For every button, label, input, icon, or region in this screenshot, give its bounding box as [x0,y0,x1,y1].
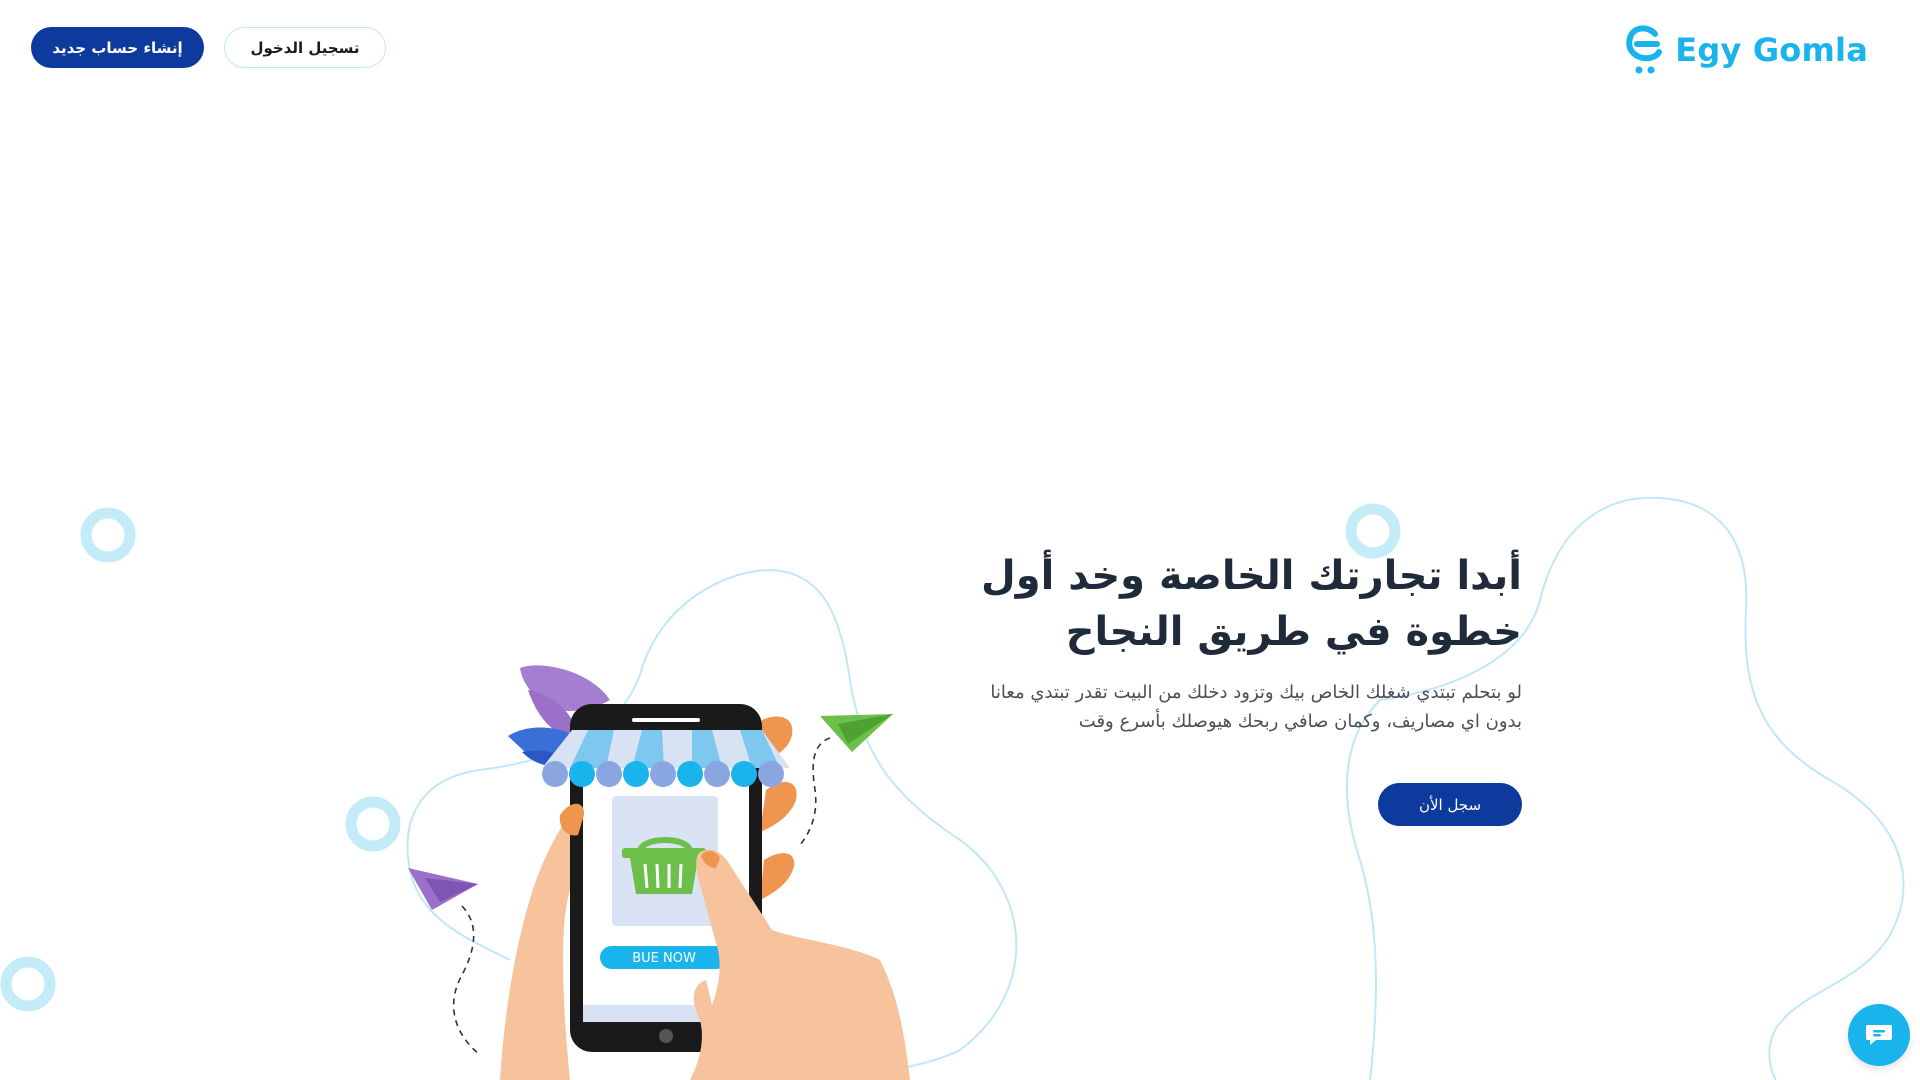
hero-section: أبدا تجارتك الخاصة وخد أول خطوة في طريق … [962,548,1522,736]
chat-icon [1866,1025,1892,1045]
leaf-orange-3 [760,853,795,900]
right-hand [690,849,910,1080]
paper-plane-path-2 [452,905,481,1056]
register-now-button[interactable]: سجل الأن [1378,783,1522,826]
paper-plane-path [799,737,831,846]
landing-page: إنشاء حساب جديد تسجيل الدخول Egy Gomla B… [0,0,1920,1080]
phone-speaker [632,718,700,722]
awning-scallops [542,761,784,787]
chat-widget-button[interactable] [1848,1004,1910,1066]
hero-title: أبدا تجارتك الخاصة وخد أول خطوة في طريق … [981,553,1522,655]
phone-shopping-illustration: BUE NOW [408,665,910,1080]
phone-home-button [659,1029,673,1043]
hero-subtitle: لو بتحلم تبتدي شغلك الخاص بيك وتزود دخلك… [990,682,1522,732]
leaf-orange-2 [760,781,797,832]
buy-now-label: BUE NOW [632,951,696,966]
